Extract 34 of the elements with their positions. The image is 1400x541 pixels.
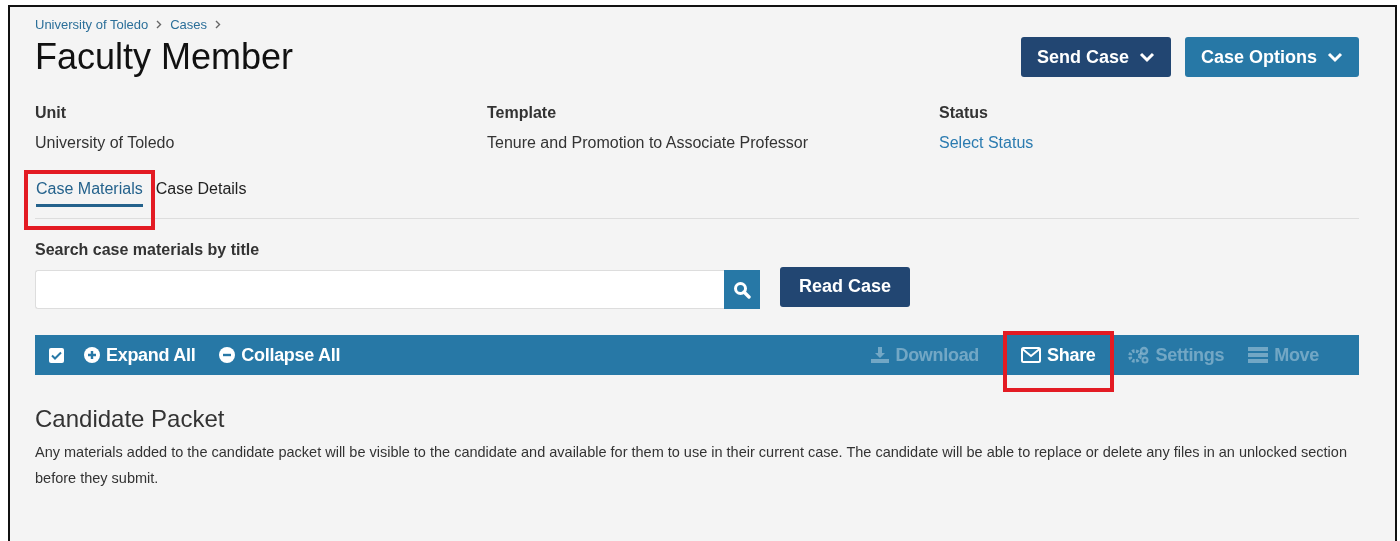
minus-circle-icon (219, 347, 236, 363)
search-label: Search case materials by title (35, 241, 261, 259)
toolbar-button[interactable]: Collapse All (219, 344, 341, 366)
page-title: Faculty Member (35, 36, 294, 78)
read-case-button[interactable]: Read Case (780, 266, 911, 307)
envelope-icon (1021, 347, 1042, 363)
gears-icon (1127, 346, 1150, 364)
chevron-right-icon (215, 20, 222, 29)
field-label: Template (487, 104, 558, 122)
field-value: University of Toledo (35, 134, 176, 152)
checkbox[interactable] (49, 347, 64, 363)
field-label: Unit (35, 104, 68, 122)
section-description: Any materials added to the candidate packet will be visible to the candidate and available for them to use in their current case. The candidate will be able to replace or delete any files in an unlocked section before they submit. (35, 443, 1348, 488)
chevron-right-icon (156, 20, 163, 29)
tab[interactable]: Case Details (155, 180, 247, 207)
search-icon (733, 280, 751, 299)
section-title: Candidate Packet (35, 405, 226, 433)
field-value: Tenure and Promotion to Associate Professor (487, 134, 810, 152)
toolbar-button[interactable]: Expand All (84, 344, 196, 366)
status-link[interactable]: Select Status (939, 134, 1359, 152)
chevron-down-icon (1327, 51, 1343, 63)
field-label: Status (939, 104, 989, 122)
search-field[interactable] (35, 270, 724, 309)
download-icon (871, 347, 890, 363)
dropdown-button[interactable]: Send Case (1020, 37, 1171, 77)
plus-circle-icon (84, 347, 100, 363)
breadcrumb-link[interactable]: University of Toledo (35, 17, 149, 32)
toolbar-button[interactable]: Share (1021, 344, 1096, 366)
dropdown-button[interactable]: Case Options (1184, 37, 1359, 77)
list-icon (1248, 347, 1269, 363)
breadcrumb-link[interactable]: Cases (170, 17, 208, 32)
search-button[interactable] (724, 270, 760, 309)
tab[interactable]: Case Materials (36, 180, 143, 207)
chevron-down-icon (1138, 51, 1155, 63)
